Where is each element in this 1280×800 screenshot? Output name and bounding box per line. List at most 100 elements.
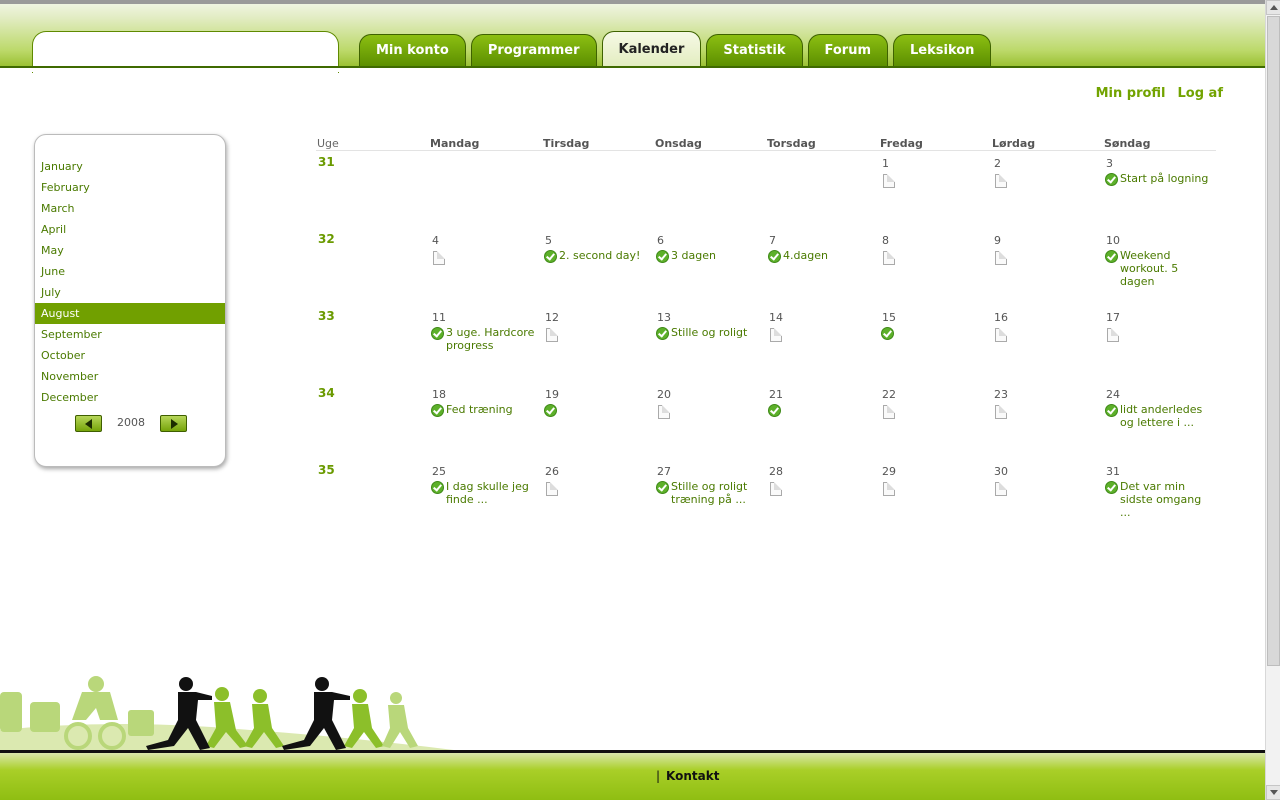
- month-item-july[interactable]: July: [35, 282, 225, 303]
- month-item-december[interactable]: December: [35, 387, 225, 408]
- workout-entry[interactable]: lidt anderledes og lettere i ...: [1105, 403, 1213, 429]
- day-number: 6: [657, 234, 664, 247]
- day-cell: 31 Det var min sidste omgang ...: [1105, 465, 1213, 519]
- workout-entry-text[interactable]: Fed træning: [446, 403, 513, 416]
- day-number: 28: [769, 465, 783, 478]
- week-number[interactable]: 32: [318, 232, 335, 246]
- day-cell: 22: [881, 388, 989, 419]
- month-item-february[interactable]: February: [35, 177, 225, 198]
- day-cell: 26: [544, 465, 652, 496]
- day-header-torsdag: Torsdag: [767, 137, 816, 150]
- workout-entry[interactable]: Weekend workout. 5 dagen: [1105, 249, 1213, 288]
- day-number: 27: [657, 465, 671, 478]
- contact-link[interactable]: Kontakt: [666, 769, 719, 783]
- scroll-up-arrow-icon[interactable]: [1266, 0, 1280, 15]
- workout-entry[interactable]: Stille og roligt træning på ...: [656, 480, 764, 506]
- day-number: 19: [545, 388, 559, 401]
- blank-document-icon[interactable]: [658, 405, 670, 419]
- month-item-may[interactable]: May: [35, 240, 225, 261]
- month-item-june[interactable]: June: [35, 261, 225, 282]
- calendar-header: Uge Mandag Tirsdag Onsdag Torsdag Fredag Lørd…: [316, 137, 1216, 151]
- day-cell: 15: [881, 311, 989, 340]
- month-item-january[interactable]: January: [35, 156, 225, 177]
- month-item-september[interactable]: September: [35, 324, 225, 345]
- day-number: 13: [657, 311, 671, 324]
- month-item-october[interactable]: October: [35, 345, 225, 366]
- day-cell: 23: [993, 388, 1101, 419]
- scroll-thumb[interactable]: [1267, 16, 1280, 666]
- week-number[interactable]: 31: [318, 155, 335, 169]
- workout-entry[interactable]: 3 uge. Hardcore progress: [431, 326, 539, 352]
- blank-document-icon[interactable]: [1107, 328, 1119, 342]
- workout-entry[interactable]: Start på logning: [1105, 172, 1213, 186]
- workout-entry[interactable]: 2. second day!: [544, 249, 652, 263]
- blank-document-icon[interactable]: [770, 328, 782, 342]
- checkmark-icon: [431, 327, 444, 340]
- week-number[interactable]: 35: [318, 463, 335, 477]
- my-profile-link[interactable]: Min profil: [1096, 86, 1166, 101]
- week-number[interactable]: 34: [318, 386, 335, 400]
- tab-forum[interactable]: Forum: [807, 34, 888, 66]
- day-cell: 5 2. second day!: [544, 234, 652, 263]
- footer-top-border: [0, 750, 1265, 753]
- day-cell: 14: [768, 311, 876, 342]
- tab-statistik[interactable]: Statistik: [706, 34, 803, 66]
- day-cell: 3 Start på logning: [1105, 157, 1213, 186]
- workout-entry-text[interactable]: Start på logning: [1120, 172, 1208, 185]
- blank-document-icon[interactable]: [770, 482, 782, 496]
- blank-document-icon[interactable]: [883, 251, 895, 265]
- workout-entry-text[interactable]: Det var min sidste omgang ...: [1120, 480, 1213, 519]
- checkmark-icon: [768, 404, 781, 417]
- month-item-april[interactable]: April: [35, 219, 225, 240]
- day-number: 4: [432, 234, 439, 247]
- vertical-scrollbar[interactable]: [1265, 0, 1280, 800]
- workout-entry-text[interactable]: 3 dagen: [671, 249, 716, 262]
- workout-entry-text[interactable]: 4.dagen: [783, 249, 828, 262]
- blank-document-icon[interactable]: [883, 174, 895, 188]
- tab-kalender[interactable]: Kalender: [601, 31, 702, 66]
- workout-entry[interactable]: 3 dagen: [656, 249, 764, 263]
- workout-entry[interactable]: Stille og roligt: [656, 326, 764, 340]
- blank-document-icon[interactable]: [995, 174, 1007, 188]
- tab-min-konto[interactable]: Min konto: [359, 34, 466, 66]
- day-cell: 29: [881, 465, 989, 496]
- workout-entry[interactable]: I dag skulle jeg finde ...: [431, 480, 539, 506]
- workout-entry[interactable]: 4.dagen: [768, 249, 876, 263]
- day-cell: 4: [431, 234, 539, 265]
- blank-document-icon[interactable]: [995, 482, 1007, 496]
- workout-entry[interactable]: Fed træning: [431, 403, 539, 417]
- day-cell: 2: [993, 157, 1101, 188]
- week-number[interactable]: 33: [318, 309, 335, 323]
- workout-entry-text[interactable]: lidt anderledes og lettere i ...: [1120, 403, 1213, 429]
- next-year-button[interactable]: [160, 415, 187, 432]
- day-number: 24: [1106, 388, 1120, 401]
- blank-document-icon[interactable]: [883, 405, 895, 419]
- month-item-august[interactable]: August: [35, 303, 225, 324]
- tab-programmer[interactable]: Programmer: [470, 34, 597, 66]
- workout-entry-text[interactable]: Stille og roligt: [671, 326, 747, 339]
- blank-document-icon[interactable]: [546, 482, 558, 496]
- blank-document-icon[interactable]: [546, 328, 558, 342]
- scroll-down-arrow-icon[interactable]: [1266, 785, 1280, 800]
- workout-entry[interactable]: Det var min sidste omgang ...: [1105, 480, 1213, 519]
- blank-document-icon[interactable]: [995, 328, 1007, 342]
- logout-link[interactable]: Log af: [1178, 86, 1223, 101]
- day-cell: 7 4.dagen: [768, 234, 876, 263]
- workout-entry[interactable]: [881, 326, 989, 340]
- workout-entry-text[interactable]: 3 uge. Hardcore progress: [446, 326, 539, 352]
- workout-entry-text[interactable]: I dag skulle jeg finde ...: [446, 480, 539, 506]
- workout-entry[interactable]: [768, 403, 876, 417]
- blank-document-icon[interactable]: [433, 251, 445, 265]
- workout-entry-text[interactable]: Weekend workout. 5 dagen: [1120, 249, 1213, 288]
- tab-leksikon[interactable]: Leksikon: [893, 34, 992, 66]
- workout-entry-text[interactable]: 2. second day!: [559, 249, 640, 262]
- blank-document-icon[interactable]: [995, 405, 1007, 419]
- blank-document-icon[interactable]: [995, 251, 1007, 265]
- month-selector-panel: January February March April May June July Augu…: [34, 134, 226, 467]
- blank-document-icon[interactable]: [883, 482, 895, 496]
- workout-entry-text[interactable]: Stille og roligt træning på ...: [671, 480, 764, 506]
- day-number: 20: [657, 388, 671, 401]
- month-item-november[interactable]: November: [35, 366, 225, 387]
- workout-entry[interactable]: [544, 403, 652, 417]
- month-item-march[interactable]: March: [35, 198, 225, 219]
